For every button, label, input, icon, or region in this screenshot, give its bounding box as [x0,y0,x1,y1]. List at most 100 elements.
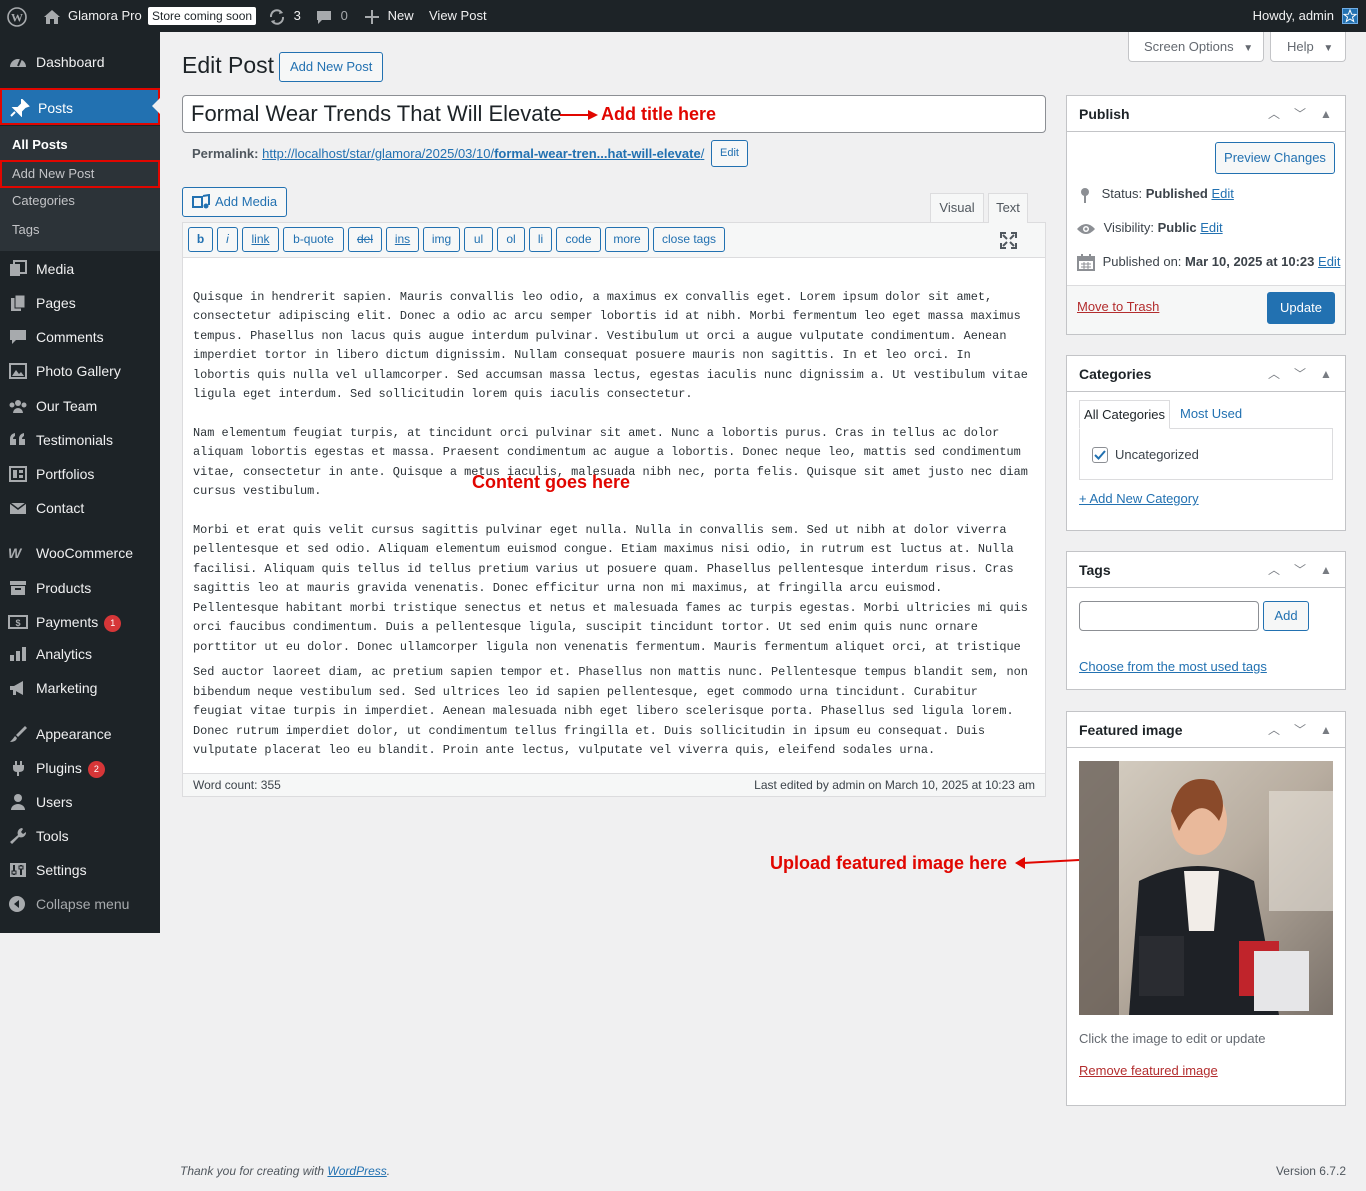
new-content-link[interactable]: New [365,0,414,32]
menu-marketing[interactable]: Marketing [0,671,160,705]
published-edit-link[interactable]: Edit [1318,254,1340,269]
svg-text:$: $ [15,618,20,628]
menu-users[interactable]: Users [0,785,160,819]
tab-most-used[interactable]: Most Used [1180,406,1242,421]
menu-woocommerce[interactable]: W WooCommerce [0,536,160,570]
tab-text[interactable]: Text [988,193,1028,223]
screen-options-button[interactable]: Screen Options ▼ [1128,32,1264,62]
qt-del-button[interactable]: del [348,227,382,252]
collapse-toggle-icon[interactable]: ▲ [1313,96,1339,132]
menu-posts[interactable]: Posts [0,88,160,125]
qt-italic-button[interactable]: i [217,227,238,252]
chevron-up-icon[interactable]: ︿ [1261,712,1287,748]
menu-media[interactable]: Media [0,252,160,286]
add-tag-button[interactable]: Add [1263,601,1309,631]
qt-ins-button[interactable]: ins [386,227,419,252]
qt-ul-button[interactable]: ul [464,227,493,252]
menu-testimonials[interactable]: Testimonials [0,423,160,457]
uncategorized-checkbox[interactable] [1092,447,1108,463]
remove-featured-image-link[interactable]: Remove featured image [1079,1063,1218,1078]
permalink-label: Permalink: [192,146,259,161]
choose-tags-link[interactable]: Choose from the most used tags [1079,659,1267,674]
permalink-link[interactable]: http://localhost/star/glamora/2025/03/10… [262,146,704,161]
comments-link[interactable]: 0 [316,0,348,32]
visibility-edit-link[interactable]: Edit [1200,220,1222,235]
featured-image-thumbnail[interactable] [1079,761,1333,1015]
qt-close-tags-button[interactable]: close tags [653,227,725,252]
user-avatar[interactable] [1342,8,1358,24]
updates-link[interactable]: 3 [268,0,301,32]
menu-tools[interactable]: Tools [0,819,160,853]
chevron-down-icon[interactable]: ﹀ [1287,356,1313,392]
checkmark-icon [1094,450,1106,460]
chevron-up-icon[interactable]: ︿ [1261,356,1287,392]
dashboard-icon [8,53,28,71]
chevron-up-icon[interactable]: ︿ [1261,552,1287,588]
add-new-category-link[interactable]: + Add New Category [1079,491,1199,506]
menu-photo-gallery[interactable]: Photo Gallery [0,354,160,388]
collapse-toggle-icon[interactable]: ▲ [1313,712,1339,748]
chevron-down-icon[interactable]: ﹀ [1287,712,1313,748]
menu-payments[interactable]: $ Payments 1 [0,605,160,639]
envelope-icon [8,499,28,517]
collapse-toggle-icon[interactable]: ▲ [1313,552,1339,588]
wordpress-link[interactable]: WordPress [327,1164,386,1178]
view-post-link[interactable]: View Post [429,0,487,32]
qt-bquote-button[interactable]: b-quote [283,227,344,252]
menu-media-label: Media [36,261,75,277]
menu-analytics[interactable]: Analytics [0,637,160,671]
chevron-down-icon[interactable]: ﹀ [1287,552,1313,588]
menu-plugins[interactable]: Plugins 2 [0,751,160,785]
chevron-down-icon[interactable]: ﹀ [1287,96,1313,132]
menu-contact[interactable]: Contact [0,491,160,525]
move-to-trash-link[interactable]: Move to Trash [1077,299,1159,314]
menu-pages[interactable]: Pages [0,286,160,320]
permalink-edit-button[interactable]: Edit [711,140,748,167]
qt-ol-button[interactable]: ol [497,227,525,252]
qt-link-button[interactable]: link [242,227,279,252]
qt-img-button[interactable]: img [423,227,460,252]
chevron-up-icon[interactable]: ︿ [1261,96,1287,132]
tab-visual[interactable]: Visual [930,193,984,222]
howdy-user[interactable]: Howdy, admin [1253,0,1334,32]
paintbrush-icon [8,725,28,743]
media-icon [8,260,28,278]
publish-header: Publish ︿ ﹀ ▲ [1067,96,1345,132]
help-button[interactable]: Help ▼ [1270,32,1346,62]
add-media-button[interactable]: Add Media [182,187,287,217]
add-new-post-button[interactable]: Add New Post [279,52,384,82]
store-status-badge[interactable]: Store coming soon [148,0,257,32]
collapse-menu-button[interactable]: Collapse menu [0,887,160,921]
qt-code-button[interactable]: code [556,227,601,252]
pushpin-icon [10,99,30,117]
submenu-add-new-post[interactable]: Add New Post [0,160,160,188]
post-content-textarea[interactable]: Quisque in hendrerit sapien. Mauris conv… [193,268,1035,799]
tab-all-categories[interactable]: All Categories [1079,400,1170,429]
status-edit-link[interactable]: Edit [1211,186,1233,201]
svg-text:W: W [11,10,23,24]
menu-products[interactable]: Products [0,571,160,605]
update-button[interactable]: Update [1267,292,1335,324]
qt-more-button[interactable]: more [605,227,649,252]
submenu-categories[interactable]: Categories [0,188,160,214]
submenu-tags[interactable]: Tags [0,217,160,243]
menu-dashboard[interactable]: Dashboard [0,45,160,79]
qt-bold-button[interactable]: b [188,227,213,252]
fullscreen-icon[interactable] [1000,232,1017,249]
menu-appearance[interactable]: Appearance [0,717,160,751]
menu-settings[interactable]: Settings [0,853,160,887]
wordpress-logo-icon[interactable]: W [7,0,27,32]
tag-input[interactable] [1079,601,1259,631]
menu-comments[interactable]: Comments [0,320,160,354]
menu-comments-label: Comments [36,329,104,345]
comments-icon [8,328,28,346]
site-name-link[interactable]: Glamora Pro [68,0,142,32]
qt-li-button[interactable]: li [529,227,552,252]
add-new-post-button-label: Add New Post [279,52,384,82]
collapse-toggle-icon[interactable]: ▲ [1313,356,1339,392]
preview-changes-button[interactable]: Preview Changes [1215,142,1335,174]
site-home-icon[interactable] [43,0,61,32]
submenu-all-posts[interactable]: All Posts [0,132,160,158]
menu-our-team[interactable]: Our Team [0,389,160,423]
menu-portfolios[interactable]: Portfolios [0,457,160,491]
